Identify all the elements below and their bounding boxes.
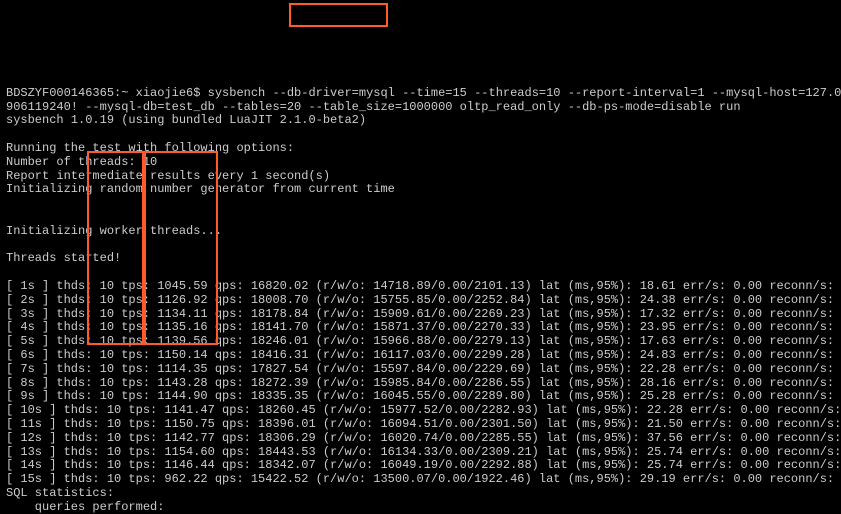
version-line: sysbench 1.0.19 (using bundled LuaJIT 2.… (6, 113, 366, 127)
queries-performed-label: queries performed: (6, 500, 164, 514)
report-row: [ 5s ] thds: 10 tps: 1139.56 qps: 18246.… (6, 334, 841, 348)
rng-line: Initializing random number generator fro… (6, 182, 395, 196)
threads-started-line: Threads started! (6, 251, 121, 265)
report-row: [ 2s ] thds: 10 tps: 1126.92 qps: 18008.… (6, 293, 841, 307)
options-header: Running the test with following options: (6, 141, 294, 155)
threads-line: Number of threads: 10 (6, 155, 157, 169)
report-row: [ 14s ] thds: 10 tps: 1146.44 qps: 18342… (6, 458, 841, 472)
report-interval-line: Report intermediate results every 1 seco… (6, 169, 330, 183)
report-row: [ 11s ] thds: 10 tps: 1150.75 qps: 18396… (6, 417, 841, 431)
init-workers-line: Initializing worker threads... (6, 224, 222, 238)
highlight-box-command-arg (289, 3, 388, 27)
report-row: [ 12s ] thds: 10 tps: 1142.77 qps: 18306… (6, 431, 841, 445)
command-line-2: 906119240! --mysql-db=test_db --tables=2… (6, 100, 741, 114)
terminal-output: BDSZYF000146365:~ xiaojie6$ sysbench --d… (0, 69, 841, 514)
command-line-1: sysbench --db-driver=mysql --time=15 --t… (208, 86, 841, 100)
report-row: [ 3s ] thds: 10 tps: 1134.11 qps: 18178.… (6, 307, 841, 321)
report-row: [ 13s ] thds: 10 tps: 1154.60 qps: 18443… (6, 445, 841, 459)
report-row: [ 9s ] thds: 10 tps: 1144.90 qps: 18335.… (6, 389, 841, 403)
report-row: [ 10s ] thds: 10 tps: 1141.47 qps: 18260… (6, 403, 841, 417)
report-row: [ 1s ] thds: 10 tps: 1045.59 qps: 16820.… (6, 279, 841, 293)
report-row: [ 7s ] thds: 10 tps: 1114.35 qps: 17827.… (6, 362, 841, 376)
read-line: read: 235844 (6, 513, 344, 514)
sql-stats-header: SQL statistics: (6, 486, 114, 500)
report-row: [ 4s ] thds: 10 tps: 1135.16 qps: 18141.… (6, 320, 841, 334)
report-row: [ 15s ] thds: 10 tps: 962.22 qps: 15422.… (6, 472, 841, 486)
report-row: [ 8s ] thds: 10 tps: 1143.28 qps: 18272.… (6, 376, 841, 390)
shell-prompt: BDSZYF000146365:~ xiaojie6$ (6, 86, 208, 100)
report-row: [ 6s ] thds: 10 tps: 1150.14 qps: 18416.… (6, 348, 841, 362)
